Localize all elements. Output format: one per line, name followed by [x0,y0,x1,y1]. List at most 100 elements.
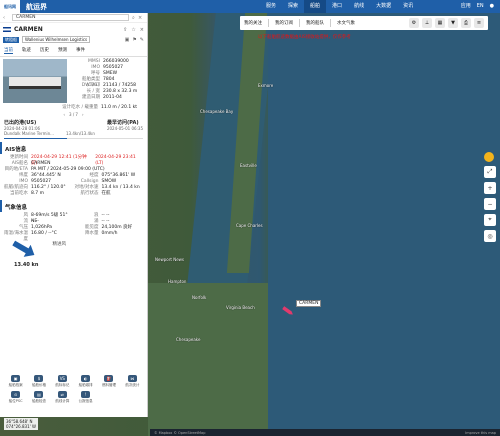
tool-voyage-stats[interactable]: ⋈ 航次统计 [121,375,144,388]
close-icon[interactable]: × [138,15,144,21]
weather-section-title: 气象信息 [0,200,147,212]
app-logo[interactable]: 船讯网 [0,0,20,13]
tool-psc[interactable]: ⊙ 船位PSC [4,391,27,404]
apps-menu[interactable]: 应用 [461,2,471,9]
ocean [268,13,500,436]
departure-label: 已出的港(US) [4,120,37,126]
flag-icon [3,27,11,32]
bulletin-icon: ! [81,391,91,398]
route-icon: ⇌ [57,391,67,398]
ais-section-title: AIS信息 [0,142,147,154]
nav-item-ports[interactable]: 港口 [326,0,348,13]
place-label: Newport News [155,257,185,262]
tool-carbon[interactable]: ◐ 船舶碳排 [74,375,97,388]
place-label: Cape Charles [236,223,263,228]
nav-right: 应用 EN ● [461,2,494,10]
filter-icon[interactable]: ▼ [448,18,458,28]
main-nav: 服务 探索 船舶 港口 航线 大数据 资讯 [260,0,419,13]
measure-icon[interactable]: ▦ [435,18,445,28]
ais-grid: 纬度 36°44.445' N 经度 075°36.861' W IMO 950502… [0,173,147,197]
place-label: Eastville [240,163,257,168]
subscribe-button[interactable]: 我的订阅 [275,20,293,26]
prev-photo-icon[interactable]: ‹ [63,112,65,117]
place-label: Norfolk [192,295,207,300]
ship-photo[interactable] [3,59,67,103]
ais-cell: 当前吃水 8.7 m [10,191,44,196]
compass-icon[interactable]: ⌖ [484,214,496,226]
tab-track[interactable]: 轨迹 [22,47,31,54]
departure: 已出的港(US) 2024-04-28 01:06 Dundalk Marine… [4,119,54,136]
tool-bulletin[interactable]: ! 公报信息 [74,391,97,404]
nav-item-ships[interactable]: 船舶 [304,0,327,13]
nav-item-routes[interactable]: 航线 [348,0,370,13]
charter-tag: 转租船 [3,36,19,43]
bookmark-icon[interactable]: ⚑ [132,37,136,43]
place-label: Virginia Beach [226,305,255,310]
tool-fuel[interactable]: ⛽ 燃料管理 [97,375,120,388]
tab-forecast[interactable]: 预测 [58,47,67,54]
toolbar-divider [330,19,331,27]
settings-icon[interactable]: ⚙ [409,18,419,28]
ship-search-input[interactable]: CARMEN [12,14,129,21]
close-panel-icon[interactable]: × [140,27,144,33]
zoom-in-icon[interactable]: + [484,182,496,194]
next-photo-icon[interactable]: › [82,112,84,117]
improve-map-link[interactable]: Improve this map [465,431,496,435]
weather-visual: 13.40 kn 精进风 [0,237,147,268]
tool-inspection[interactable]: ▤ 船舶检查 [27,391,50,404]
toolbar-tools: ⚙ ⟂ ▦ ▼ ⎙ ≡ [409,18,484,28]
weather-grid: 风 8-69m/s 5级 51° NE 浪 -- -- 流 -- -- 涌 -- -- … [0,213,147,242]
toolbar-divider [268,19,269,27]
edit-icon[interactable]: ✎ [140,37,144,43]
weather-button[interactable]: 水文气象 [337,20,355,26]
heading-speed: 13.40 kn [14,262,39,268]
place-label: Hampton [168,279,187,284]
tool-route-calc[interactable]: ⇌ 航线计算 [51,391,74,404]
nav-item-bigdata[interactable]: 大数据 [370,0,397,13]
heading-arrow-icon [10,237,38,261]
owner-badge[interactable]: Wallenius Wilhelmsen Logistics [22,36,91,43]
photo-icon[interactable]: ▣ [125,37,130,43]
voyage-speed: 13.4kn/13.4kn [66,131,95,136]
tool-ship-price[interactable]: $ 船舶价格 [27,375,50,388]
tool-beacon[interactable]: VS 航标标记 [51,375,74,388]
nav-item-services[interactable]: 服务 [260,0,282,13]
layers-icon[interactable]: ≡ [474,18,484,28]
follow-button[interactable]: 我的关注 [244,20,262,26]
photo-page: 3 / 7 [69,112,78,117]
nav-item-news[interactable]: 资讯 [397,0,419,13]
panel-tools: ▣ 船舶档案 $ 船舶价格 VS 航标标记 ◐ 船舶碳排 ⛽ 燃料管理 ⋈ 航次统计 ⊙ 船位… [0,375,147,404]
ship-map-label[interactable]: CARMEN [296,300,322,307]
arrival: 最早访问(PA) 2024-05-01 06:35 [107,119,143,136]
tab-events[interactable]: 事件 [76,47,85,54]
price-icon: $ [34,375,44,382]
ship-specs: MMSI 266039000 IMO 9505027 呼号 SMEW 船舶类型(CBI… [67,59,144,103]
stats-icon: ⋈ [127,375,137,382]
map-toolbar: 我的关注 我的订阅 我的船队 水文气象 ⚙ ⟂ ▦ ▼ ⎙ ≡ [240,16,488,30]
tab-current[interactable]: 当前 [4,47,13,54]
ship-name: CARMEN [14,26,43,33]
tool-ship-archive[interactable]: ▣ 船舶档案 [4,375,27,388]
psc-icon: ⊙ [11,391,21,398]
tab-history[interactable]: 历史 [40,47,49,54]
user-avatar-icon[interactable]: ● [490,3,494,9]
nav-item-explore[interactable]: 探索 [282,0,304,13]
fullscreen-icon[interactable]: ⤢ [484,166,496,178]
language-switch[interactable]: EN [477,3,484,9]
back-icon[interactable]: ‹ [3,15,9,21]
map-footer: © Mapbox © OpenStreetMap Improve this ma… [150,429,500,436]
map-attribution[interactable]: © Mapbox © OpenStreetMap [154,431,205,435]
zoom-out-icon[interactable]: − [484,198,496,210]
ruler-icon[interactable]: ⟂ [422,18,432,28]
tag-actions: ▣ ⚑ ✎ [125,37,144,43]
departure-port[interactable]: Dundalk Marine Termin... [4,131,54,136]
sun-icon[interactable] [484,152,494,162]
fleet-button[interactable]: 我的船队 [306,20,324,26]
location-icon[interactable]: ◎ [484,230,496,242]
heading-arrow: 13.40 kn [0,237,38,268]
share-icon[interactable]: ⇪ [123,27,127,33]
star-icon[interactable]: ☆ [131,27,135,33]
app-title[interactable]: 航运界 [26,2,47,12]
toolbar-divider [299,19,300,27]
print-icon[interactable]: ⎙ [461,18,471,28]
